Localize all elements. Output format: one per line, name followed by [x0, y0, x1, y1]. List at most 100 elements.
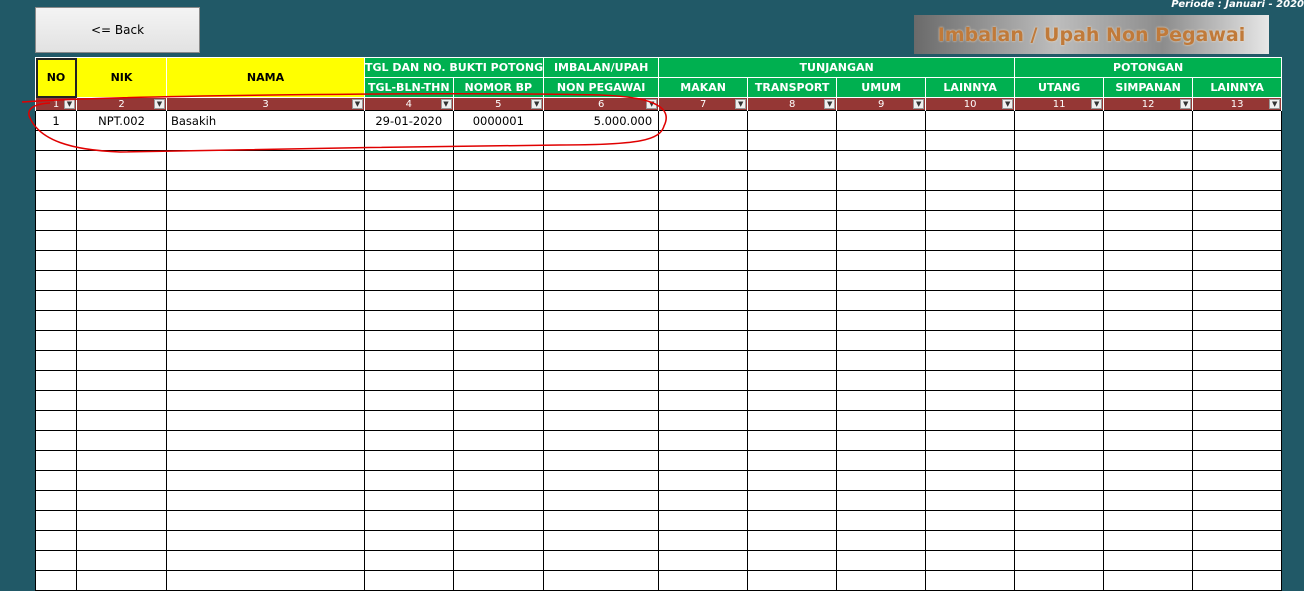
cell-makan[interactable]	[658, 410, 749, 431]
cell-umum[interactable]	[836, 110, 927, 131]
cell-no[interactable]	[35, 230, 77, 251]
cell-nama[interactable]	[166, 430, 365, 451]
cell-nomor-bp[interactable]	[452, 470, 545, 491]
cell-tgl[interactable]	[364, 150, 454, 171]
cell-tgl[interactable]	[364, 530, 454, 551]
cell-utang[interactable]	[1014, 550, 1105, 571]
cell-nama[interactable]	[166, 450, 365, 471]
cell-umum[interactable]	[836, 410, 927, 431]
cell-tgl[interactable]	[364, 310, 454, 331]
filter-dropdown-icon[interactable]: ▼	[1180, 99, 1192, 109]
cell-no[interactable]	[35, 350, 77, 371]
cell-transport[interactable]	[747, 550, 838, 571]
cell-transport[interactable]	[747, 290, 838, 311]
cell-umum[interactable]	[836, 310, 927, 331]
cell-transport[interactable]	[747, 230, 838, 251]
cell-lainnya-potongan[interactable]	[1192, 550, 1283, 571]
cell-nama[interactable]: Basakih	[166, 110, 365, 131]
cell-nomor-bp[interactable]	[452, 310, 545, 331]
cell-nomor-bp[interactable]	[452, 530, 545, 551]
cell-nama[interactable]	[166, 570, 365, 591]
cell-nama[interactable]	[166, 290, 365, 311]
cell-simpanan[interactable]	[1103, 490, 1194, 511]
cell-nomor-bp[interactable]	[452, 190, 545, 211]
cell-nama[interactable]	[166, 550, 365, 571]
cell-simpanan[interactable]	[1103, 290, 1194, 311]
cell-tgl[interactable]	[364, 270, 454, 291]
cell-lainnya-potongan[interactable]	[1192, 150, 1283, 171]
cell-lainnya-tunjangan[interactable]	[925, 470, 1016, 491]
cell-umum[interactable]	[836, 350, 927, 371]
cell-lainnya-tunjangan[interactable]	[925, 550, 1016, 571]
cell-makan[interactable]	[658, 110, 749, 131]
cell-tgl[interactable]	[364, 450, 454, 471]
cell-nik[interactable]	[76, 250, 167, 271]
filter-dropdown-icon[interactable]: ▼	[531, 99, 543, 109]
cell-no[interactable]	[35, 430, 77, 451]
cell-umum[interactable]	[836, 550, 927, 571]
cell-transport[interactable]	[747, 250, 838, 271]
cell-umum[interactable]	[836, 490, 927, 511]
filter-dropdown-icon[interactable]: ▼	[913, 99, 925, 109]
cell-lainnya-potongan[interactable]	[1192, 330, 1283, 351]
cell-lainnya-potongan[interactable]	[1192, 270, 1283, 291]
cell-umum[interactable]	[836, 170, 927, 191]
cell-simpanan[interactable]	[1103, 150, 1194, 171]
cell-umum[interactable]	[836, 270, 927, 291]
cell-no[interactable]	[35, 250, 77, 271]
cell-lainnya-tunjangan[interactable]	[925, 150, 1016, 171]
cell-utang[interactable]	[1014, 410, 1105, 431]
cell-tgl[interactable]	[364, 510, 454, 531]
cell-nik[interactable]	[76, 330, 167, 351]
cell-transport[interactable]	[747, 430, 838, 451]
cell-transport[interactable]	[747, 470, 838, 491]
cell-nik[interactable]	[76, 570, 167, 591]
cell-lainnya-potongan[interactable]	[1192, 570, 1283, 591]
cell-no[interactable]	[35, 210, 77, 231]
cell-utang[interactable]	[1014, 530, 1105, 551]
cell-nik[interactable]	[76, 270, 167, 291]
filter-dropdown-icon[interactable]: ▼	[1269, 99, 1281, 109]
cell-umum[interactable]	[836, 250, 927, 271]
cell-imbalan[interactable]	[543, 330, 660, 351]
cell-makan[interactable]	[658, 470, 749, 491]
cell-nomor-bp[interactable]	[452, 330, 545, 351]
cell-umum[interactable]	[836, 210, 927, 231]
cell-lainnya-tunjangan[interactable]	[925, 190, 1016, 211]
cell-simpanan[interactable]	[1103, 210, 1194, 231]
cell-utang[interactable]	[1014, 170, 1105, 191]
cell-nik[interactable]	[76, 150, 167, 171]
cell-transport[interactable]	[747, 130, 838, 151]
cell-transport[interactable]	[747, 270, 838, 291]
cell-makan[interactable]	[658, 190, 749, 211]
cell-simpanan[interactable]	[1103, 350, 1194, 371]
cell-nama[interactable]	[166, 530, 365, 551]
cell-nik[interactable]	[76, 290, 167, 311]
cell-lainnya-tunjangan[interactable]	[925, 170, 1016, 191]
cell-lainnya-tunjangan[interactable]	[925, 390, 1016, 411]
cell-utang[interactable]	[1014, 430, 1105, 451]
cell-tgl[interactable]	[364, 130, 454, 151]
cell-lainnya-tunjangan[interactable]	[925, 130, 1016, 151]
cell-simpanan[interactable]	[1103, 190, 1194, 211]
cell-simpanan[interactable]	[1103, 410, 1194, 431]
cell-lainnya-potongan[interactable]	[1192, 230, 1283, 251]
cell-utang[interactable]	[1014, 270, 1105, 291]
cell-tgl[interactable]	[364, 170, 454, 191]
cell-simpanan[interactable]	[1103, 170, 1194, 191]
cell-nik[interactable]	[76, 350, 167, 371]
filter-dropdown-icon[interactable]: ▼	[1002, 99, 1014, 109]
cell-nama[interactable]	[166, 270, 365, 291]
cell-tgl[interactable]	[364, 290, 454, 311]
cell-lainnya-potongan[interactable]	[1192, 370, 1283, 391]
cell-utang[interactable]	[1014, 190, 1105, 211]
cell-umum[interactable]	[836, 450, 927, 471]
cell-makan[interactable]	[658, 430, 749, 451]
cell-nomor-bp[interactable]	[452, 230, 545, 251]
cell-nik[interactable]	[76, 170, 167, 191]
cell-tgl[interactable]	[364, 250, 454, 271]
cell-utang[interactable]	[1014, 370, 1105, 391]
cell-lainnya-tunjangan[interactable]	[925, 450, 1016, 471]
cell-tgl[interactable]	[364, 490, 454, 511]
cell-umum[interactable]	[836, 390, 927, 411]
